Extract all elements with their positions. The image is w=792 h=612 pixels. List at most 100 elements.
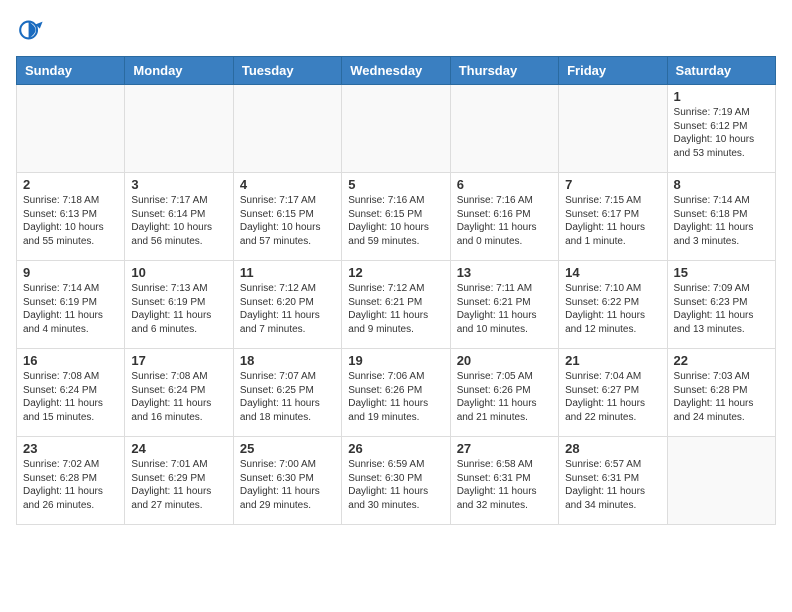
day-info: Sunrise: 7:04 AM Sunset: 6:27 PM Dayligh… (565, 370, 660, 424)
day-number: 14 (565, 265, 660, 280)
day-info: Sunrise: 7:08 AM Sunset: 6:24 PM Dayligh… (23, 370, 118, 424)
calendar-cell: 10 Sunrise: 7:13 AM Sunset: 6:19 PM Dayli… (125, 261, 233, 349)
calendar-cell: 17 Sunrise: 7:08 AM Sunset: 6:24 PM Dayli… (125, 349, 233, 437)
calendar-cell: 20Sunrise: 7:05 AM Sunset: 6:26 PM Dayli… (450, 349, 558, 437)
day-number: 1 (674, 89, 769, 104)
day-info: Sunrise: 7:10 AM Sunset: 6:22 PM Dayligh… (565, 282, 660, 336)
day-number: 8 (674, 177, 769, 192)
calendar-cell: 18 Sunrise: 7:07 AM Sunset: 6:25 PM Dayli… (233, 349, 341, 437)
calendar-cell (667, 437, 775, 525)
calendar-cell: 25 Sunrise: 7:00 AM Sunset: 6:30 PM Dayli… (233, 437, 341, 525)
calendar-cell: 2 Sunrise: 7:18 AM Sunset: 6:13 PM Daylig… (17, 173, 125, 261)
day-number: 23 (23, 441, 118, 456)
calendar-cell: 4Sunrise: 7:17 AM Sunset: 6:15 PM Daylig… (233, 173, 341, 261)
calendar-cell: 28Sunrise: 6:57 AM Sunset: 6:31 PM Dayli… (559, 437, 667, 525)
day-info: Sunrise: 7:08 AM Sunset: 6:24 PM Dayligh… (131, 370, 226, 424)
day-info: Sunrise: 7:00 AM Sunset: 6:30 PM Dayligh… (240, 458, 335, 512)
day-number: 5 (348, 177, 443, 192)
calendar-cell: 11 Sunrise: 7:12 AM Sunset: 6:20 PM Dayli… (233, 261, 341, 349)
day-header-friday: Friday (559, 57, 667, 85)
calendar-cell: 5 Sunrise: 7:16 AM Sunset: 6:15 PM Daylig… (342, 173, 450, 261)
day-number: 10 (131, 265, 226, 280)
calendar-cell: 26 Sunrise: 6:59 AM Sunset: 6:30 PM Dayli… (342, 437, 450, 525)
day-number: 18 (240, 353, 335, 368)
day-number: 28 (565, 441, 660, 456)
day-number: 13 (457, 265, 552, 280)
day-info: Sunrise: 6:58 AM Sunset: 6:31 PM Dayligh… (457, 458, 552, 512)
calendar-cell: 1 Sunrise: 7:19 AM Sunset: 6:12 PM Daylig… (667, 85, 775, 173)
day-number: 6 (457, 177, 552, 192)
calendar-cell (233, 85, 341, 173)
day-header-thursday: Thursday (450, 57, 558, 85)
page-header (16, 16, 776, 44)
day-info: Sunrise: 7:02 AM Sunset: 6:28 PM Dayligh… (23, 458, 118, 512)
calendar-cell: 9 Sunrise: 7:14 AM Sunset: 6:19 PM Daylig… (17, 261, 125, 349)
day-number: 17 (131, 353, 226, 368)
day-info: Sunrise: 7:13 AM Sunset: 6:19 PM Dayligh… (131, 282, 226, 336)
day-info: Sunrise: 7:06 AM Sunset: 6:26 PM Dayligh… (348, 370, 443, 424)
day-info: Sunrise: 7:09 AM Sunset: 6:23 PM Dayligh… (674, 282, 769, 336)
day-info: Sunrise: 7:01 AM Sunset: 6:29 PM Dayligh… (131, 458, 226, 512)
calendar-cell: 16 Sunrise: 7:08 AM Sunset: 6:24 PM Dayli… (17, 349, 125, 437)
day-header-monday: Monday (125, 57, 233, 85)
day-number: 25 (240, 441, 335, 456)
calendar-cell: 6 Sunrise: 7:16 AM Sunset: 6:16 PM Daylig… (450, 173, 558, 261)
day-number: 21 (565, 353, 660, 368)
day-info: Sunrise: 7:19 AM Sunset: 6:12 PM Dayligh… (674, 106, 769, 160)
calendar-cell (125, 85, 233, 173)
logo-icon (16, 16, 44, 44)
day-number: 19 (348, 353, 443, 368)
day-number: 26 (348, 441, 443, 456)
day-info: Sunrise: 7:11 AM Sunset: 6:21 PM Dayligh… (457, 282, 552, 336)
calendar-cell: 3Sunrise: 7:17 AM Sunset: 6:14 PM Daylig… (125, 173, 233, 261)
calendar-cell: 14 Sunrise: 7:10 AM Sunset: 6:22 PM Dayli… (559, 261, 667, 349)
calendar-week-3: 16 Sunrise: 7:08 AM Sunset: 6:24 PM Dayli… (17, 349, 776, 437)
day-info: Sunrise: 7:14 AM Sunset: 6:18 PM Dayligh… (674, 194, 769, 248)
day-header-saturday: Saturday (667, 57, 775, 85)
calendar: SundayMondayTuesdayWednesdayThursdayFrid… (16, 56, 776, 525)
day-number: 12 (348, 265, 443, 280)
calendar-cell (559, 85, 667, 173)
calendar-cell: 15 Sunrise: 7:09 AM Sunset: 6:23 PM Dayli… (667, 261, 775, 349)
calendar-week-4: 23 Sunrise: 7:02 AM Sunset: 6:28 PM Dayli… (17, 437, 776, 525)
day-number: 11 (240, 265, 335, 280)
day-number: 24 (131, 441, 226, 456)
calendar-cell (17, 85, 125, 173)
calendar-cell: 12 Sunrise: 7:12 AM Sunset: 6:21 PM Dayli… (342, 261, 450, 349)
day-info: Sunrise: 7:03 AM Sunset: 6:28 PM Dayligh… (674, 370, 769, 424)
calendar-cell: 22Sunrise: 7:03 AM Sunset: 6:28 PM Dayli… (667, 349, 775, 437)
day-info: Sunrise: 7:18 AM Sunset: 6:13 PM Dayligh… (23, 194, 118, 248)
calendar-cell: 19 Sunrise: 7:06 AM Sunset: 6:26 PM Dayli… (342, 349, 450, 437)
logo (16, 16, 48, 44)
day-info: Sunrise: 7:15 AM Sunset: 6:17 PM Dayligh… (565, 194, 660, 248)
day-info: Sunrise: 7:16 AM Sunset: 6:15 PM Dayligh… (348, 194, 443, 248)
calendar-cell: 24 Sunrise: 7:01 AM Sunset: 6:29 PM Dayli… (125, 437, 233, 525)
day-number: 27 (457, 441, 552, 456)
day-info: Sunrise: 7:14 AM Sunset: 6:19 PM Dayligh… (23, 282, 118, 336)
day-number: 3 (131, 177, 226, 192)
day-info: Sunrise: 7:12 AM Sunset: 6:20 PM Dayligh… (240, 282, 335, 336)
calendar-week-1: 2 Sunrise: 7:18 AM Sunset: 6:13 PM Daylig… (17, 173, 776, 261)
day-number: 2 (23, 177, 118, 192)
day-number: 9 (23, 265, 118, 280)
calendar-week-2: 9 Sunrise: 7:14 AM Sunset: 6:19 PM Daylig… (17, 261, 776, 349)
calendar-cell: 23 Sunrise: 7:02 AM Sunset: 6:28 PM Dayli… (17, 437, 125, 525)
day-info: Sunrise: 7:16 AM Sunset: 6:16 PM Dayligh… (457, 194, 552, 248)
calendar-cell: 7 Sunrise: 7:15 AM Sunset: 6:17 PM Daylig… (559, 173, 667, 261)
calendar-cell: 21 Sunrise: 7:04 AM Sunset: 6:27 PM Dayli… (559, 349, 667, 437)
calendar-week-0: 1 Sunrise: 7:19 AM Sunset: 6:12 PM Daylig… (17, 85, 776, 173)
day-info: Sunrise: 6:59 AM Sunset: 6:30 PM Dayligh… (348, 458, 443, 512)
day-header-sunday: Sunday (17, 57, 125, 85)
day-info: Sunrise: 7:12 AM Sunset: 6:21 PM Dayligh… (348, 282, 443, 336)
day-info: Sunrise: 7:05 AM Sunset: 6:26 PM Dayligh… (457, 370, 552, 424)
calendar-cell: 8 Sunrise: 7:14 AM Sunset: 6:18 PM Daylig… (667, 173, 775, 261)
calendar-cell: 13 Sunrise: 7:11 AM Sunset: 6:21 PM Dayli… (450, 261, 558, 349)
calendar-header-row: SundayMondayTuesdayWednesdayThursdayFrid… (17, 57, 776, 85)
day-info: Sunrise: 7:17 AM Sunset: 6:15 PM Dayligh… (240, 194, 335, 248)
day-number: 15 (674, 265, 769, 280)
day-header-tuesday: Tuesday (233, 57, 341, 85)
calendar-cell (342, 85, 450, 173)
day-number: 16 (23, 353, 118, 368)
day-info: Sunrise: 7:07 AM Sunset: 6:25 PM Dayligh… (240, 370, 335, 424)
day-number: 7 (565, 177, 660, 192)
